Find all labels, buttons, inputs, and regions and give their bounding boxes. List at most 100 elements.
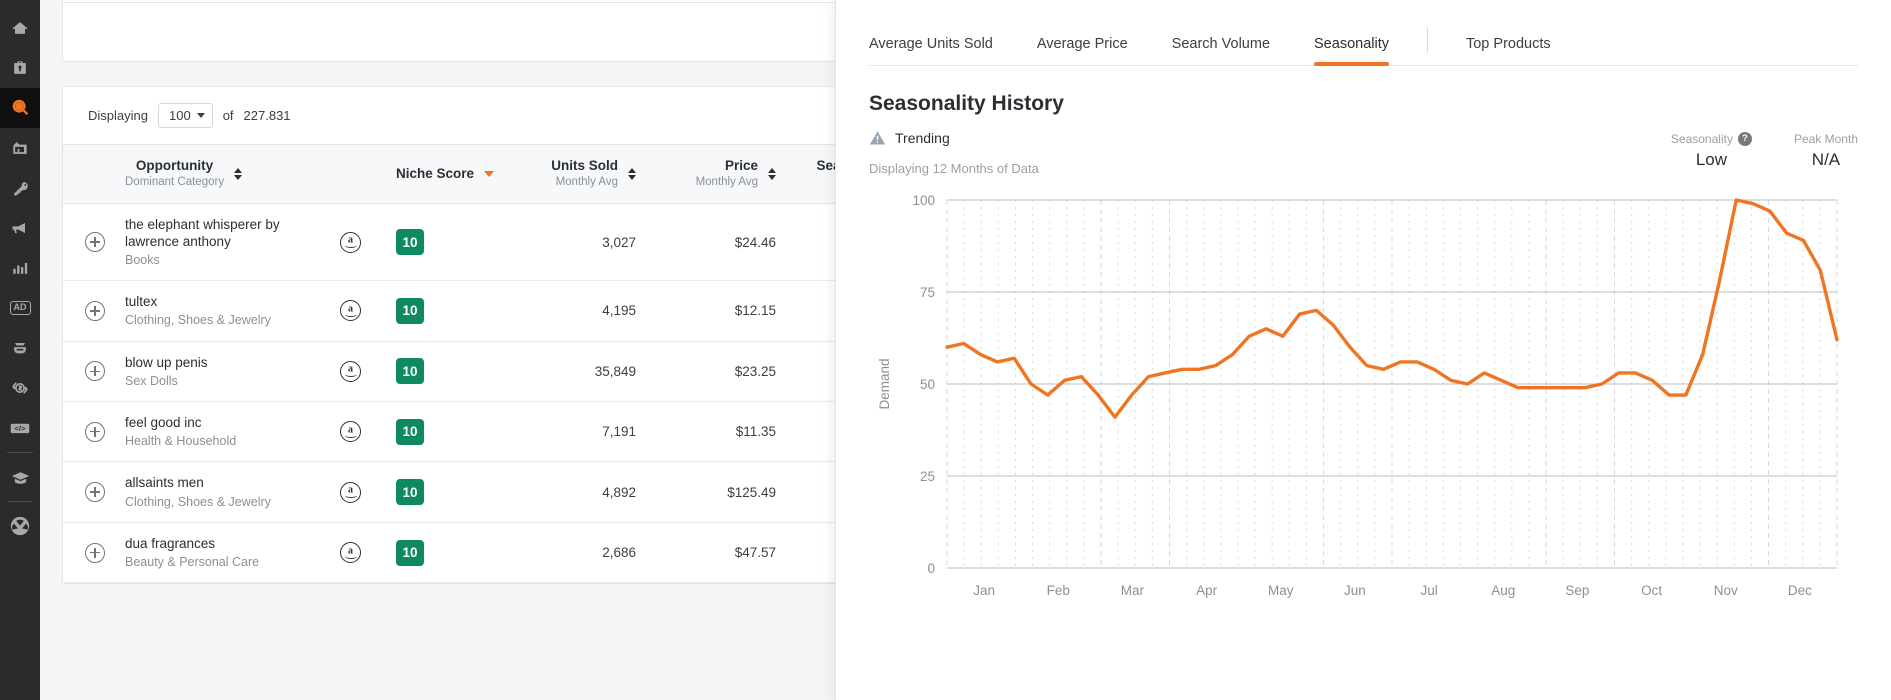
cell-expand	[63, 461, 115, 523]
megaphone-icon-svg	[12, 223, 25, 233]
opportunity-category: Health & Household	[125, 434, 237, 449]
expand-row-button[interactable]	[85, 421, 105, 442]
niche-score-badge: 10	[396, 297, 425, 324]
trending-label: Trending	[895, 130, 950, 146]
cell-source: a	[330, 401, 387, 463]
opportunity-name: blow up penis	[125, 354, 208, 370]
stat-peak-month-label: Peak Month	[1793, 132, 1858, 146]
opportunity-name: feel good inc	[125, 415, 202, 431]
expand-row-button[interactable]	[85, 300, 105, 321]
cell-price: $24.46	[646, 203, 787, 282]
cell-units-sold: 35,849	[506, 341, 647, 403]
megaphone-icon[interactable]	[0, 208, 40, 248]
th-niche-score[interactable]: Niche Score	[386, 144, 507, 204]
expand-row-button[interactable]	[85, 361, 105, 382]
cell-niche-score: 10	[386, 461, 507, 523]
amazon-icon: a	[340, 481, 361, 503]
cell-price: $23.25	[646, 341, 787, 403]
ad-icon-label: AD	[9, 301, 31, 315]
sidebar-item-opportunity-finder[interactable]	[0, 88, 40, 128]
cell-units-sold: 7,191	[506, 401, 647, 463]
sort-icon-opportunity[interactable]	[234, 167, 243, 180]
chart-x-tick-label: Aug	[1491, 583, 1515, 598]
sort-icon-price[interactable]	[768, 167, 777, 180]
sort-active-desc-icon[interactable]	[484, 170, 495, 177]
tab-top-products[interactable]: Top Products	[1444, 36, 1573, 65]
chart-x-tick-label: Nov	[1714, 583, 1738, 598]
th-price[interactable]: Price Monthly Avg	[646, 144, 787, 204]
stat-seasonality-value: Low	[1695, 150, 1728, 169]
ad-icon[interactable]: AD	[0, 288, 40, 328]
home-icon[interactable]	[0, 8, 40, 48]
code-icon[interactable]: </>	[0, 408, 40, 448]
tab-seasonality[interactable]: Seasonality	[1292, 36, 1411, 66]
sort-asc-arrow-icon	[768, 167, 777, 173]
chart-x-tick-label: Mar	[1121, 583, 1145, 598]
cell-opportunity: the elephant whisperer by lawrence antho…	[115, 203, 330, 282]
th-units-sold[interactable]: Units Sold Monthly Avg	[506, 144, 647, 204]
total-results: 227.831	[243, 108, 291, 123]
chart-y-tick-label: 0	[927, 561, 935, 576]
cell-source: a	[330, 280, 387, 342]
tab-average-units-sold[interactable]: Average Units Sold	[869, 36, 1015, 65]
refund-cycle-icon[interactable]	[0, 368, 40, 408]
home-icon-svg	[12, 22, 28, 34]
opportunity-category: Clothing, Shoes & Jewelry	[125, 313, 271, 328]
sort-asc-arrow-icon	[234, 167, 243, 173]
months-of-data-note: Displaying 12 Months of Data	[869, 161, 1039, 176]
inventory-refresh-icon[interactable]	[0, 328, 40, 368]
sort-desc-arrow-icon	[768, 174, 777, 180]
chart-x-tick-label: Apr	[1196, 583, 1218, 598]
cell-units-sold: 2,686	[506, 522, 647, 584]
cell-expand	[63, 522, 115, 584]
jungle-scout-logo-icon[interactable]	[0, 506, 40, 546]
sort-asc-arrow-icon	[628, 167, 637, 173]
chart-x-tick-label: Oct	[1641, 583, 1662, 598]
toolbox-icon[interactable]	[0, 48, 40, 88]
chart-x-tick-label: Jan	[973, 583, 995, 598]
expand-row-button[interactable]	[85, 232, 105, 252]
sort-desc-arrow-icon	[234, 174, 243, 180]
chart-y-tick-label: 50	[920, 377, 935, 392]
expand-row-button[interactable]	[85, 542, 105, 563]
th-units-sold-title: Units Sold	[551, 158, 619, 173]
cell-opportunity: feel good inc Health & Household	[115, 401, 330, 463]
bar-chart-icon[interactable]	[0, 248, 40, 288]
panel-meta-left: Trending Displaying 12 Months of Data	[869, 130, 1039, 176]
niche-score-badge: 10	[396, 229, 425, 255]
refund-cycle-icon-svg	[12, 382, 28, 394]
cell-source: a	[330, 203, 387, 282]
tab-search-volume[interactable]: Search Volume	[1150, 36, 1292, 65]
product-database-icon-svg	[13, 142, 27, 154]
amazon-icon: a	[340, 231, 361, 253]
page-size-select[interactable]: 100	[157, 103, 213, 128]
th-opportunity[interactable]: Opportunity Dominant Category	[115, 144, 387, 204]
th-expand-spacer	[63, 144, 115, 204]
seasonality-panel: Average Units Sold Average Price Search Vo…	[835, 0, 1891, 700]
chart-x-tick-label: Feb	[1047, 583, 1070, 598]
opportunity-name: dua fragrances	[125, 535, 216, 551]
chart-x-tick-label: Dec	[1788, 583, 1812, 598]
product-database-icon[interactable]	[0, 128, 40, 168]
panel-stats: Seasonality ? Low Peak Month N/A	[1671, 130, 1858, 170]
niche-score-badge: 10	[396, 479, 425, 506]
tab-average-price[interactable]: Average Price	[1015, 36, 1150, 65]
keyword-scout-icon[interactable]	[0, 168, 40, 208]
opportunity-name: allsaints men	[125, 475, 204, 491]
academy-icon[interactable]	[0, 457, 40, 497]
opportunity-category: Sex Dolls	[125, 373, 178, 388]
help-icon[interactable]: ?	[1737, 132, 1752, 146]
cell-expand	[63, 341, 115, 403]
seasonality-chart-svg: 0 25 50 75 100 Jan Feb Mar Apr May Jun Jul Aug Sep Oct…	[877, 193, 1839, 598]
cell-units-sold: 4,195	[506, 280, 647, 342]
cell-expand	[63, 203, 115, 282]
tab-separator	[1426, 27, 1428, 53]
trending-status: Trending	[869, 130, 1039, 146]
cell-niche-score: 10	[386, 280, 507, 342]
cell-niche-score: 10	[386, 203, 507, 282]
jungle-scout-logo-svg	[10, 516, 30, 536]
sort-icon-units-sold[interactable]	[628, 167, 637, 180]
cell-source: a	[330, 341, 387, 403]
cell-expand	[63, 280, 115, 342]
expand-row-button[interactable]	[85, 482, 105, 503]
